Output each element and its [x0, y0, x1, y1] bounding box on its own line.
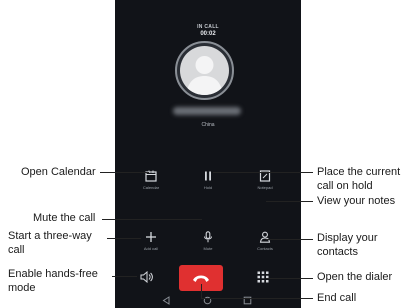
add-call-button[interactable]: Add call — [129, 231, 173, 251]
annotation-open-calendar: Open Calendar — [21, 166, 96, 178]
hang-up-icon — [193, 275, 209, 282]
annotation-mute-call: Mute the call — [33, 212, 96, 224]
annotation-hold-line1: Place the current — [317, 166, 401, 178]
hold-button[interactable]: Hold — [186, 170, 230, 190]
annotation-end-call: End call — [317, 292, 357, 304]
microphone-icon — [204, 231, 212, 243]
leader-line-contacts — [266, 239, 313, 240]
dialpad-icon — [257, 271, 269, 283]
annotation-hold-line2: call on hold — [317, 180, 373, 192]
mute-label: Mute — [203, 246, 213, 251]
plus-icon — [146, 232, 156, 242]
notepad-label: Notepad — [257, 185, 273, 190]
leader-line-end-call — [201, 298, 313, 299]
contacts-button[interactable]: Contacts — [243, 231, 287, 251]
leader-line-dialer — [266, 278, 313, 279]
notepad-button[interactable]: Notepad — [243, 170, 287, 190]
phone-screen: IN CALL 00:02 China Calendar Hold Notepa… — [115, 0, 301, 308]
mute-button[interactable]: Mute — [186, 231, 230, 251]
phone-number-blurred — [173, 107, 241, 115]
back-icon[interactable] — [162, 296, 171, 305]
annotation-three-way-line2: call — [8, 244, 25, 256]
calendar-label: Calendar — [142, 185, 160, 190]
call-duration: 00:02 — [200, 31, 216, 37]
annotation-contacts-line1: Display your — [317, 232, 378, 244]
contacts-label: Contacts — [257, 246, 273, 251]
person-icon — [259, 231, 271, 243]
leader-line-end-call-vertical — [201, 284, 202, 299]
leader-line-hold — [213, 172, 313, 173]
leader-line-notes — [266, 201, 313, 202]
leader-line-add-call — [107, 238, 141, 239]
dialer-button[interactable] — [257, 270, 269, 288]
annotation-three-way-line1: Start a three-way — [8, 230, 92, 242]
hold-label: Hold — [203, 185, 213, 190]
annotation-open-dialer: Open the dialer — [317, 271, 393, 283]
annotation-hands-free-line2: mode — [8, 282, 36, 294]
annotation-hands-free-line1: Enable hands-free — [8, 268, 98, 280]
call-location: China — [201, 122, 215, 128]
leader-line-speaker — [112, 276, 137, 277]
call-status: IN CALL — [197, 24, 219, 30]
annotation-contacts-line2: contacts — [317, 246, 358, 258]
speaker-icon — [140, 270, 153, 284]
leader-line-calendar — [100, 172, 149, 173]
speaker-button[interactable] — [140, 270, 153, 288]
annotation-view-notes: View your notes — [317, 195, 396, 207]
leader-line-mute — [102, 219, 202, 220]
contact-avatar-icon — [180, 46, 229, 95]
add-call-label: Add call — [143, 246, 159, 251]
calendar-button[interactable]: Calendar — [129, 170, 173, 190]
